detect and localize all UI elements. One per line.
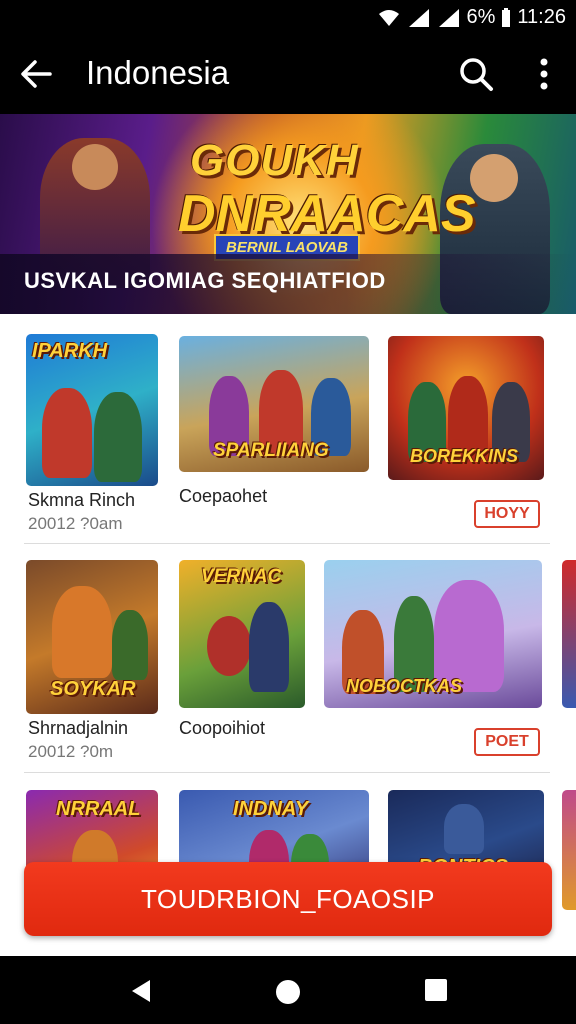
game-name[interactable]: Coepaohet [179, 486, 267, 507]
game-meta: 20012 ?0am [28, 514, 123, 533]
game-art-title: NOBOCTKAS [346, 676, 462, 696]
game-name[interactable]: Coopoihiot [179, 718, 265, 739]
game-tile[interactable]: SPARLIIANG [179, 336, 369, 472]
banner-hero-right-head [470, 154, 518, 202]
status-bar: 6% 11:26 [0, 0, 576, 34]
system-nav-bar [0, 956, 576, 1024]
search-icon[interactable] [456, 54, 496, 94]
banner-hero-left-head [72, 144, 118, 190]
game-tile[interactable]: SOYKAR [26, 560, 158, 714]
game-character [94, 392, 142, 482]
action-button[interactable]: HOYY [474, 500, 540, 528]
banner-title-line1: GOUKH [190, 136, 359, 185]
game-tile[interactable]: NOBOCTKAS [324, 560, 542, 708]
game-art-title: BOREKKINS [410, 446, 519, 466]
game-tile[interactable]: IPARKH [26, 334, 158, 486]
list-row: IPARKH Skmna Rinch 20012 ?0am SPARLIIANG… [0, 314, 576, 544]
game-character [112, 610, 148, 680]
game-character [42, 388, 92, 478]
game-art [562, 790, 576, 910]
signal-icon-2 [438, 8, 459, 27]
back-arrow-icon[interactable] [18, 56, 54, 92]
game-art [562, 560, 576, 708]
game-list: IPARKH Skmna Rinch 20012 ?0am SPARLIIANG… [0, 314, 576, 956]
clock: 11:26 [517, 6, 566, 28]
battery-percent: 6% [466, 6, 496, 28]
game-name[interactable]: Skmna Rinch [28, 490, 135, 511]
action-button[interactable]: POET [474, 728, 540, 756]
game-art-title: IPARKH [32, 340, 108, 362]
game-character [52, 586, 112, 678]
nav-home-icon[interactable] [274, 978, 302, 1006]
more-vert-icon[interactable] [528, 54, 560, 94]
game-art-title: SPARLIIANG [213, 440, 329, 461]
promo-banner[interactable]: GOUKH DNRAACAS BERNIL LAOVAB USVKAL IGOM… [0, 114, 576, 314]
game-tile-peek[interactable] [562, 790, 576, 910]
game-character [249, 602, 289, 692]
game-character [207, 616, 251, 676]
game-tile[interactable]: VERNAC [179, 560, 305, 708]
nav-recents-icon[interactable] [424, 978, 448, 1002]
banner-subtitle: USVKAL IGOMIAG SEQHIATFIOD [24, 268, 386, 293]
game-name[interactable]: Shrnadjalnin [28, 718, 128, 739]
game-tile[interactable]: BOREKKINS [388, 336, 544, 480]
signal-icon [408, 8, 429, 27]
game-art-title: INDNAY [233, 798, 309, 820]
game-art-title: NRRAAL [56, 798, 141, 820]
app-bar: Indonesia [0, 34, 576, 114]
game-meta: 20012 ?0m [28, 742, 114, 761]
battery-icon [502, 7, 511, 27]
nav-back-icon[interactable] [128, 978, 154, 1004]
page-title: Indonesia [86, 54, 230, 91]
list-row: SOYKAR Shrnadjalnin 20012 ?0m VERNAC Coo… [0, 544, 576, 772]
wifi-icon [378, 9, 399, 26]
game-art-title: SOYKAR [50, 678, 136, 700]
game-character [444, 804, 484, 854]
game-art-title: VERNAC [201, 566, 282, 587]
game-tile-peek[interactable] [562, 560, 576, 708]
primary-cta-button[interactable]: TOUDRBION_FOAOSIP [24, 862, 552, 936]
